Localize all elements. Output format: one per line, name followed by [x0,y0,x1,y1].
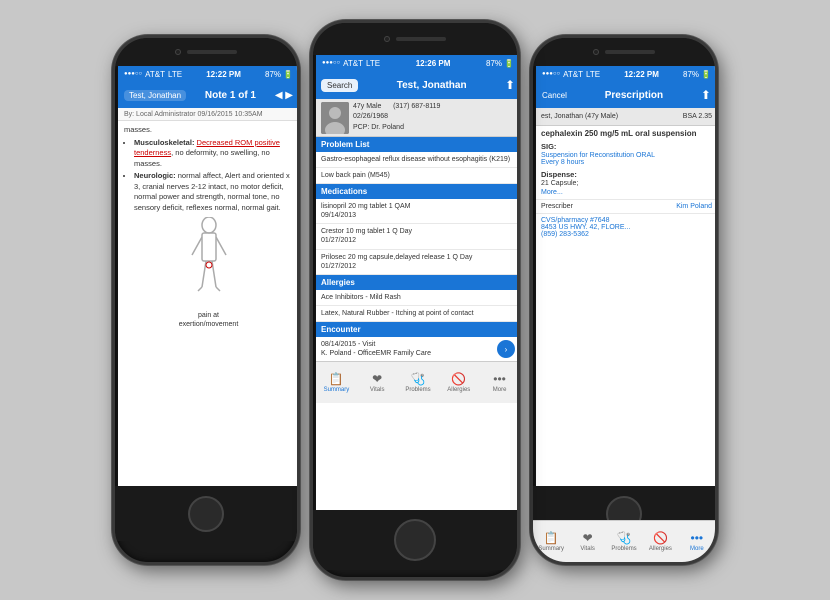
right-bsa: BSA 2.35 [683,113,712,120]
left-status-bar: ●●●○○ AT&T LTE 12:22 PM 87% 🔋 [118,66,299,82]
center-dots: ●●●○○ [322,60,340,66]
center-battery: 87% [486,59,502,68]
prescriber-value: Kim Poland [676,203,712,210]
patient-photo [321,102,349,134]
center-home-button[interactable] [394,519,436,561]
right-patient-name: est, Jonathan (47y Male) [541,113,618,120]
center-network: LTE [366,59,380,68]
drug-name: cephalexin 250 mg/5 mL oral suspension [541,129,712,138]
right-title: Prescription [605,90,663,101]
left-bottom [115,486,297,541]
center-phone: ●●●○○ AT&T LTE 12:26 PM 87% 🔋 Search Tes… [310,20,520,580]
right-drug-content: cephalexin 250 mg/5 mL oral suspension S… [536,126,717,199]
left-battery: 87% [265,70,281,79]
center-tab-vitals[interactable]: ❤ Vitals [357,362,398,403]
left-network: LTE [168,70,182,79]
patient-dob: 02/26/1968 [353,112,515,123]
right-patient-bar: est, Jonathan (47y Male) BSA 2.35 [536,108,717,126]
right-header: Cancel Prescription ⬆ [536,82,717,108]
body-diagram: pain at exertion/movement [124,217,293,330]
center-screen: ●●●○○ AT&T LTE 12:26 PM 87% 🔋 Search Tes… [316,55,520,510]
problem-item-2: Low back pain (M545) [316,168,520,184]
more-link[interactable]: More... [541,189,712,196]
dispense-value: 21 Capsule; [541,180,712,187]
center-tab-problems[interactable]: 🩺 Problems [398,362,439,403]
cancel-button[interactable]: Cancel [542,91,567,100]
left-home-button[interactable] [188,496,224,532]
speaker [187,50,237,54]
allergies-header: Allergies [316,275,520,290]
left-content: masses. Musculoskeletal: Decreased ROM p… [118,121,299,486]
left-phone: ●●●○○ AT&T LTE 12:22 PM 87% 🔋 Test, Jona… [112,35,300,565]
center-share-icon[interactable]: ⬆ [505,78,515,92]
encounter-item-1[interactable]: 08/14/2015 - VisitK. Poland - OfficeEMR … [316,337,520,361]
pharmacy-address: 8453 US HWY. 42, FLORE... [541,224,712,231]
right-carrier: AT&T [563,70,583,79]
center-tab-more[interactable]: ••• More [479,362,520,403]
prescriber-label: Prescriber [541,203,573,210]
center-tab-allergies[interactable]: 🚫 Allergies [438,362,479,403]
sig-label: SIG: [541,142,712,151]
right-status-bar: ●●●○○ AT&T LTE 12:22 PM 87% 🔋 [536,66,717,82]
left-sub-header: By: Local Administrator 09/16/2015 10:35… [118,108,299,121]
pharmacy-phone: (859) 283-5362 [541,231,712,238]
dispense-label: Dispense: [541,170,712,179]
center-bottom [313,510,517,570]
pain-label: pain at exertion/movement [124,311,293,331]
center-time: 12:26 PM [416,59,451,68]
problem-item-1: Gastro-esophageal reflux disease without… [316,152,520,168]
pharmacy-block: CVS/pharmacy #7648 8453 US HWY. 42, FLOR… [536,213,717,241]
center-tab-summary[interactable]: 📋 Summary [316,362,357,403]
center-status-bar: ●●●○○ AT&T LTE 12:26 PM 87% 🔋 [316,55,520,71]
camera [175,49,181,55]
med-item-1: lisinopril 20 mg tablet 1 QAM09/14/2013 [316,199,520,224]
left-phone-top [115,38,297,66]
center-speaker [396,37,446,41]
right-phone-top [533,38,715,66]
prescriber-row: Prescriber Kim Poland [536,199,717,213]
right-share-icon[interactable]: ⬆ [701,88,711,102]
med-item-3: Prilosec 20 mg capsule,delayed release 1… [316,250,520,275]
left-note-title: Note 1 of 1 [205,90,256,101]
sig-value: Suspension for Reconstitution ORALEvery … [541,152,712,166]
left-screen: ●●●○○ AT&T LTE 12:22 PM 87% 🔋 Test, Jona… [118,66,299,486]
left-arrows[interactable]: ◀ ▶ [275,90,293,101]
right-screen: ●●●○○ AT&T LTE 12:22 PM 87% 🔋 Cancel Pre… [536,66,717,486]
left-header: Test, Jonathan Note 1 of 1 ◀ ▶ [118,82,299,108]
center-camera [384,36,390,42]
right-time: 12:22 PM [624,70,659,79]
encounter-header: Encounter [316,322,520,337]
medications-header: Medications [316,184,520,199]
patient-phone: (317) 687-8119 [393,103,440,110]
left-carrier: AT&T [145,70,165,79]
left-patient-tag: Test, Jonathan [124,90,186,101]
right-network: LTE [586,70,600,79]
right-camera [593,49,599,55]
center-carrier: AT&T [343,59,363,68]
patient-age-gender: 47y Male [353,103,381,110]
right-battery: 87% [683,70,699,79]
center-patient-name: Test, Jonathan [362,80,501,91]
center-search-bar: Search Test, Jonathan ⬆ [316,71,520,99]
problem-list-header: Problem List [316,137,520,152]
allergy-item-2: Latex, Natural Rubber - Itching at point… [316,306,520,322]
left-time: 12:22 PM [206,70,241,79]
left-dots: ●●●○○ [124,71,142,77]
right-speaker [605,50,655,54]
center-patient-info: 47y Male (317) 687-8119 02/26/1968 PCP: … [316,99,520,137]
search-button[interactable]: Search [321,79,358,92]
center-phone-top [313,23,517,55]
pharmacy-name: CVS/pharmacy #7648 [541,217,712,224]
patient-pcp: PCP: Dr. Poland [353,123,515,134]
med-item-2: Crestor 10 mg tablet 1 Q Day01/27/2012 [316,224,520,249]
center-tab-bar[interactable]: 📋 Summary ❤ Vitals 🩺 Problems 🚫 Allergie… [316,361,520,403]
right-phone: ●●●○○ AT&T LTE 12:22 PM 87% 🔋 Cancel Pre… [530,35,718,565]
encounter-arrow[interactable]: › [497,340,515,358]
allergy-item-1: Ace Inhibitors - Mild Rash [316,290,520,306]
